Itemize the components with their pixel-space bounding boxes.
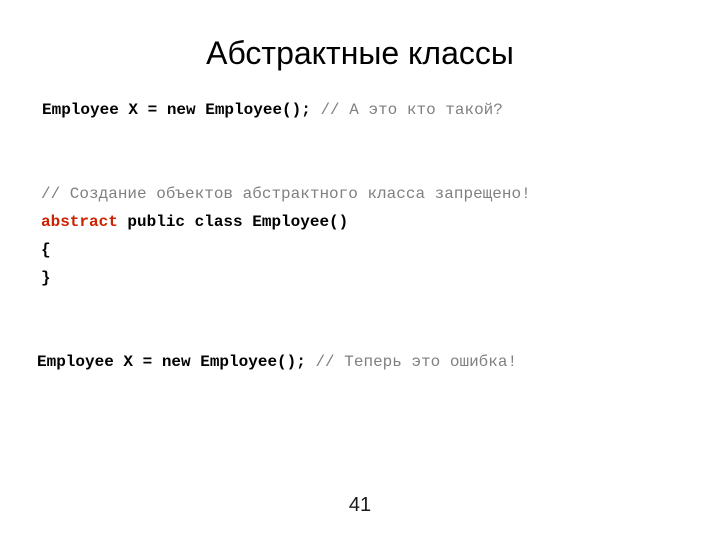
line-open-brace: { [0,236,720,264]
comment-token: // Создание объектов абстрактного класса… [41,185,531,203]
line-blank-3 [0,292,720,320]
line-class-declaration: abstract public class Employee() [0,208,720,236]
line-blank-4 [0,320,720,348]
code-token: Employee X = new Employee(); [42,101,321,119]
code-token: public class Employee() [117,213,349,231]
line-blank-1 [0,124,720,152]
line-comment-forbidden: // Создание объектов абстрактного класса… [0,180,720,208]
code-token: Employee X = new Employee(); [37,353,316,371]
line-close-brace: } [0,264,720,292]
comment-token: // А это кто такой? [320,101,503,119]
line-instantiate-second: Employee X = new Employee(); // Теперь э… [0,348,720,376]
comment-token: // Теперь это ошибка! [315,353,518,371]
code-token: } [41,269,51,287]
code-block: Employee X = new Employee(); // А это кт… [0,96,720,376]
slide-page-number: 41 [348,494,372,516]
line-blank-2 [0,152,720,180]
line-instantiate-first: Employee X = new Employee(); // А это кт… [0,96,720,124]
page-title: Абстрактные классы [206,35,514,72]
slide-canvas: Абстрактные классы Employee X = new Empl… [0,0,720,540]
code-token: { [41,241,51,259]
keyword-token: abstract [41,213,118,231]
